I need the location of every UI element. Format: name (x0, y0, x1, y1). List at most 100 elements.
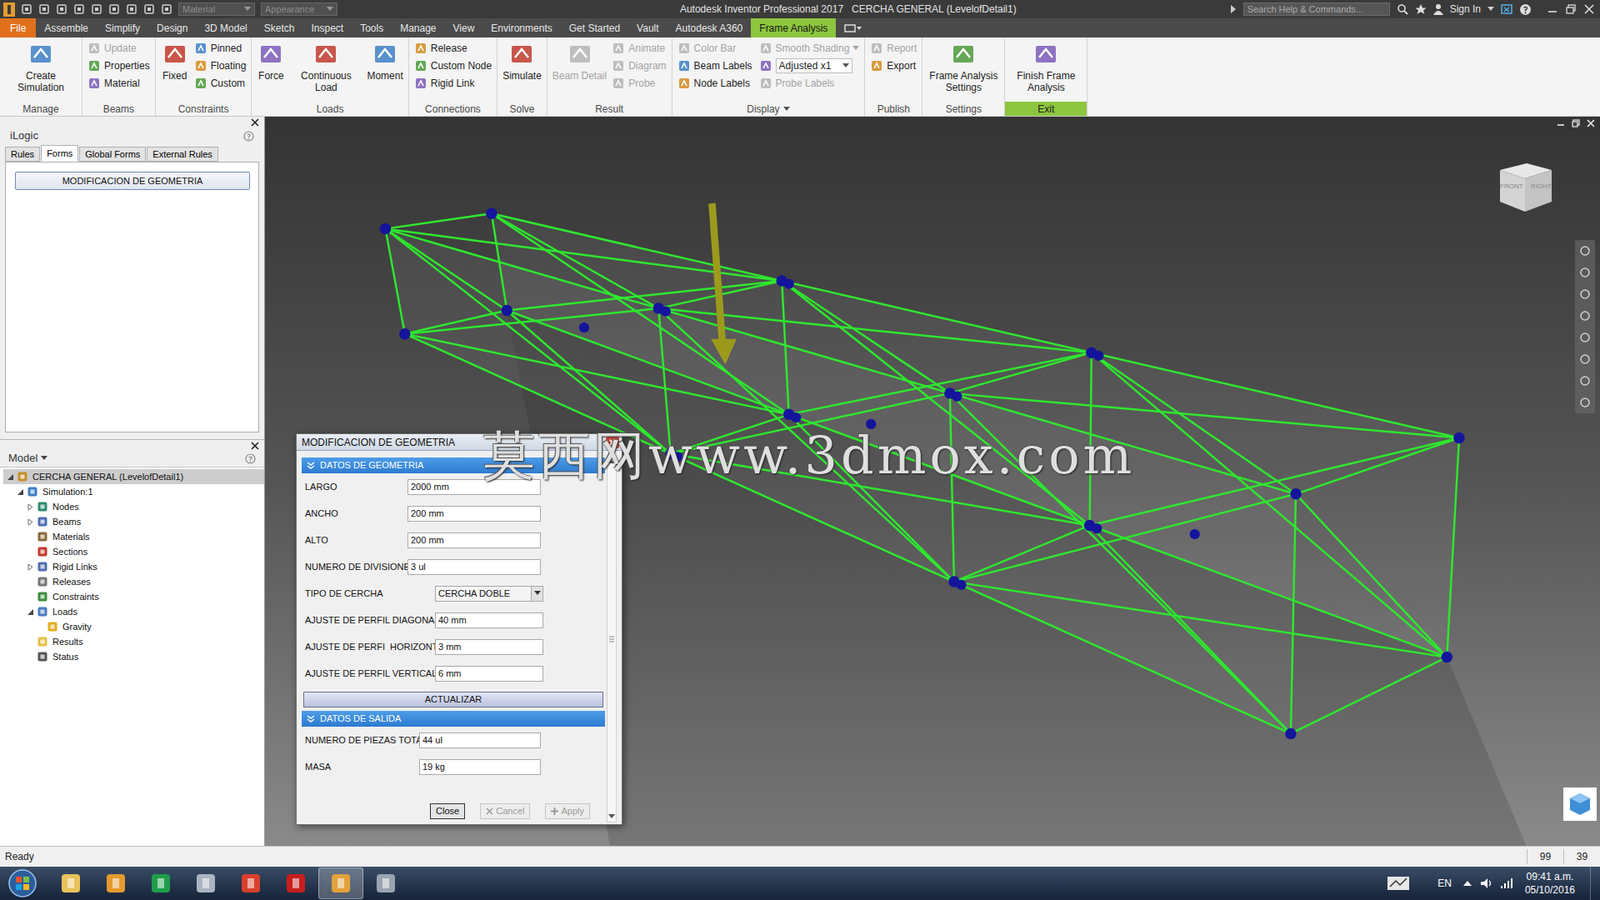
tree-node[interactable]: Constraints (3, 589, 265, 605)
expand-toggle-icon[interactable] (25, 518, 35, 526)
ribbon-button[interactable]: Create Simulation (5, 40, 77, 94)
taskbar-app[interactable] (138, 867, 184, 900)
ribbon-button[interactable]: Report (870, 40, 917, 57)
minimize-icon[interactable] (1546, 4, 1559, 15)
ilogic-tab[interactable]: Forms (40, 145, 79, 162)
inventor-logo-icon[interactable] (3, 2, 15, 17)
text-field[interactable]: 3 ul (407, 559, 541, 575)
help-icon[interactable] (245, 453, 256, 465)
close-panel-icon[interactable] (250, 441, 260, 450)
tree-node[interactable]: Gravity (3, 619, 265, 635)
ribbon-button[interactable]: Probe (611, 75, 666, 92)
help-icon[interactable] (1519, 3, 1532, 16)
navigation-tool-icon[interactable] (1579, 266, 1591, 279)
close-dialog-icon[interactable] (605, 436, 620, 449)
ribbon-button[interactable]: Properties (87, 57, 150, 75)
restore-document-icon[interactable] (1571, 119, 1580, 128)
form-button[interactable]: MODIFICACION DE GEOMETRIA (15, 171, 250, 190)
tree-node[interactable]: Rigid Links (3, 559, 265, 575)
model-menu[interactable]: Model (8, 450, 48, 467)
clock[interactable]: 09:41 a.m.05/10/2016 (1525, 870, 1575, 897)
ribbon-button[interactable]: Export (870, 57, 917, 75)
navigation-tool-icon[interactable] (1579, 310, 1591, 322)
collapse-chevron-icon[interactable] (306, 715, 315, 724)
navigation-tool-icon[interactable] (1579, 245, 1591, 257)
tree-node[interactable]: Sections (3, 544, 265, 560)
text-field[interactable]: 2000 mm (407, 479, 541, 495)
ribbon-button[interactable]: Release (414, 40, 492, 57)
ilogic-tab[interactable]: Global Forms (79, 146, 146, 162)
expand-toggle-icon[interactable] (25, 503, 35, 511)
search-box[interactable]: Search Help & Commands... (1243, 2, 1390, 16)
ribbon-tab[interactable]: Tools (351, 18, 392, 38)
navigation-tool-icon[interactable] (1579, 375, 1591, 387)
exchange-apps-icon[interactable] (1500, 3, 1513, 15)
volume-icon[interactable] (1480, 877, 1494, 890)
tree-node[interactable]: Results (3, 634, 265, 650)
ribbon-button[interactable]: Smooth Shading (759, 40, 860, 57)
minimize-document-icon[interactable] (1556, 119, 1565, 128)
quick-access-icon[interactable] (143, 3, 155, 15)
taskbar-app[interactable] (183, 867, 229, 900)
dialog-button[interactable]: Close (430, 803, 465, 820)
navigation-tool-icon[interactable] (1579, 353, 1591, 365)
autodesk-cloud-icon[interactable] (1563, 787, 1597, 821)
viewcube[interactable]: FRONTRIGHT (1495, 158, 1557, 215)
show-hidden-icons-icon[interactable] (1463, 880, 1472, 887)
scroll-grip-icon[interactable] (609, 635, 615, 643)
expand-toggle-icon[interactable] (25, 563, 35, 571)
ribbon-button[interactable]: Color Bar (677, 40, 753, 57)
ribbon-button[interactable]: Animate (611, 40, 666, 57)
ribbon-tab[interactable]: Environments (482, 18, 560, 38)
select-field[interactable]: CERCHA DOBLE (435, 585, 544, 602)
ribbon-button[interactable]: Continuous Load (290, 40, 362, 94)
ribbon-button[interactable]: Simulate (502, 40, 542, 82)
acrobat-icon[interactable] (284, 871, 308, 895)
expand-icon[interactable] (1230, 5, 1237, 14)
ribbon-button[interactable]: Pinned (194, 40, 247, 57)
file-menu[interactable]: File (0, 18, 36, 38)
ribbon-dropdown[interactable]: Adjusted x1 (759, 57, 860, 75)
ribbon-button[interactable]: Custom (194, 75, 247, 92)
ribbon-tab[interactable]: 3D Model (195, 18, 255, 38)
scroll-down-icon[interactable] (607, 811, 616, 822)
scale-select[interactable]: Adjusted x1 (775, 58, 853, 74)
tree-node[interactable]: Materials (3, 529, 265, 545)
ribbon-button[interactable]: Probe Labels (759, 75, 860, 92)
graphics-window[interactable]: FRONTRIGHTMODIFICACION DE GEOMETRIADATOS… (265, 116, 1600, 846)
chrome-icon[interactable] (239, 871, 263, 895)
quick-access-icon[interactable] (38, 3, 50, 15)
user-icon[interactable] (1433, 3, 1444, 15)
text-field[interactable]: 6 mm (435, 665, 544, 682)
tree-node[interactable]: Beams (3, 514, 265, 530)
taskbar-app[interactable] (273, 867, 319, 900)
quick-access-icon[interactable] (20, 3, 33, 15)
ribbon-tab[interactable]: Inspect (302, 18, 352, 38)
restore-icon[interactable] (1565, 4, 1577, 15)
quick-access-icon[interactable] (108, 3, 120, 15)
ribbon-tab[interactable]: Simplify (96, 18, 149, 38)
quick-access-icon[interactable] (55, 3, 68, 15)
group-menu-caret-icon[interactable] (783, 106, 790, 112)
panel-options-icon[interactable] (844, 18, 863, 38)
property-dropdown[interactable]: Material (178, 2, 255, 16)
update-button[interactable]: ACTUALIZAR (303, 691, 604, 708)
ribbon-button[interactable]: Floating (194, 57, 247, 75)
quick-access-icon[interactable] (73, 3, 85, 15)
sign-in-caret-icon[interactable] (1487, 6, 1495, 12)
help-icon[interactable] (243, 130, 255, 142)
tree-node[interactable]: Nodes (3, 499, 265, 515)
mobile-app-icon[interactable] (374, 871, 398, 895)
movistar-icon[interactable] (149, 871, 173, 895)
taskbar-app[interactable] (363, 867, 409, 900)
tree-node[interactable]: Status (3, 649, 265, 665)
close-icon[interactable] (1583, 4, 1595, 15)
quick-access-icon[interactable] (160, 3, 173, 15)
pen-input-icon[interactable] (1385, 873, 1411, 894)
scrollbar[interactable] (606, 455, 617, 823)
ribbon-tab[interactable]: Assemble (35, 18, 97, 38)
tree-node[interactable]: Releases (3, 574, 265, 590)
tree-node[interactable]: Simulation:1 (3, 484, 265, 500)
expand-toggle-icon[interactable] (5, 473, 15, 481)
ribbon-tab[interactable]: View (445, 18, 484, 38)
